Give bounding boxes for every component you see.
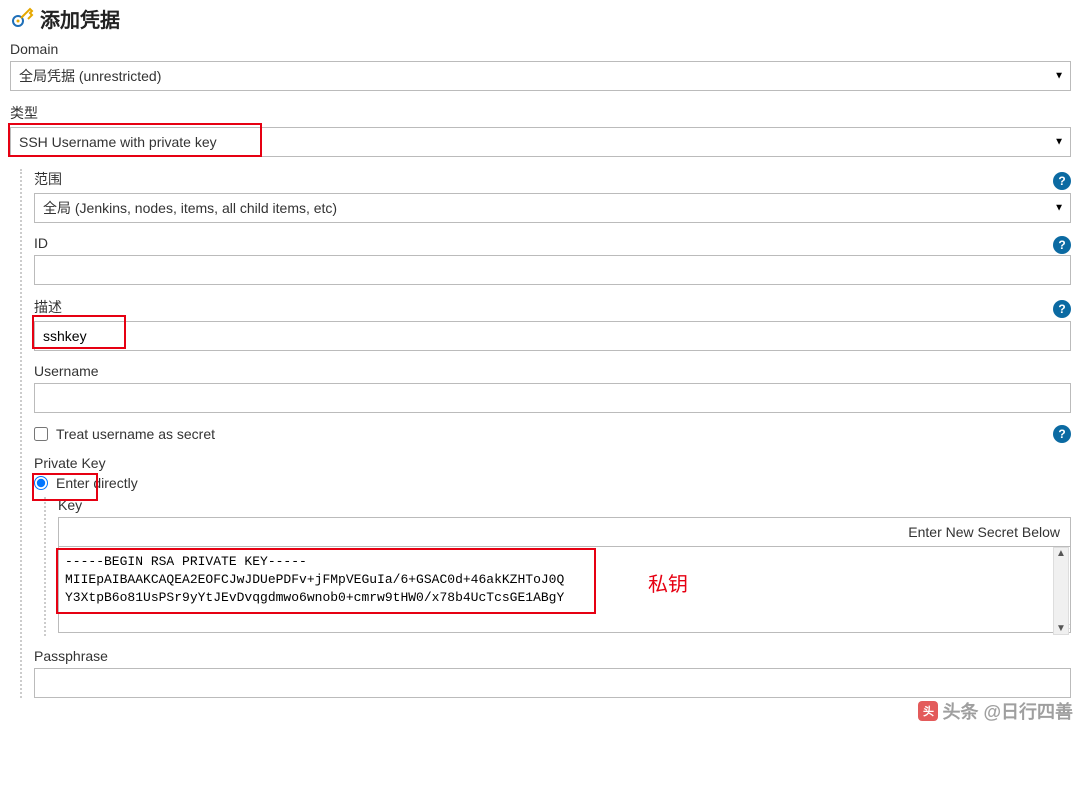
scrollbar[interactable]: ▲▼ bbox=[1053, 547, 1069, 635]
id-field: ID ? bbox=[34, 235, 1071, 285]
enter-directly-row: Enter directly bbox=[34, 475, 1071, 491]
private-key-textarea[interactable] bbox=[58, 546, 1071, 633]
private-key-field: Private Key Enter directly Key Enter New… bbox=[34, 455, 1071, 636]
scope-select[interactable]: 全局 (Jenkins, nodes, items, all child ite… bbox=[34, 193, 1071, 223]
credential-details-block: 范围 ? 全局 (Jenkins, nodes, items, all chil… bbox=[20, 169, 1071, 698]
treat-secret-checkbox[interactable] bbox=[34, 427, 48, 441]
private-key-label: Private Key bbox=[34, 455, 1071, 471]
enter-directly-label: Enter directly bbox=[56, 475, 138, 491]
scope-selected-value: 全局 (Jenkins, nodes, items, all child ite… bbox=[43, 198, 337, 218]
treat-secret-field: Treat username as secret ? bbox=[34, 425, 1071, 443]
username-input[interactable] bbox=[34, 383, 1071, 413]
type-label: 类型 bbox=[10, 103, 1071, 123]
watermark-text: 头条 @日行四善 bbox=[942, 698, 1073, 724]
description-label: 描述 bbox=[34, 297, 1053, 317]
domain-selected-value: 全局凭据 (unrestricted) bbox=[19, 66, 161, 86]
page-header: 添加凭据 bbox=[10, 0, 1071, 41]
key-label: Key bbox=[58, 497, 1071, 513]
description-input[interactable] bbox=[34, 321, 1071, 351]
type-select[interactable]: SSH Username with private key ▼ bbox=[10, 127, 1071, 157]
id-label: ID bbox=[34, 235, 1053, 251]
key-textarea-wrap: ▲▼ 私钥 bbox=[58, 546, 1071, 636]
add-credentials-page: 添加凭据 Domain 全局凭据 (unrestricted) ▼ 类型 SSH… bbox=[0, 0, 1081, 730]
watermark-logo-icon: 头 bbox=[918, 701, 938, 721]
chevron-down-icon: ▼ bbox=[1054, 71, 1064, 82]
treat-secret-label: Treat username as secret bbox=[56, 426, 215, 442]
annotation-label-private-key: 私钥 bbox=[648, 568, 688, 597]
id-input[interactable] bbox=[34, 255, 1071, 285]
description-field: 描述 ? bbox=[34, 297, 1071, 351]
passphrase-input[interactable] bbox=[34, 668, 1071, 698]
scope-label: 范围 bbox=[34, 169, 1053, 189]
help-icon[interactable]: ? bbox=[1053, 425, 1071, 443]
enter-directly-radio[interactable] bbox=[34, 476, 48, 490]
treat-secret-row: Treat username as secret bbox=[34, 426, 1053, 442]
type-field: 类型 SSH Username with private key ▼ bbox=[10, 103, 1071, 157]
domain-select[interactable]: 全局凭据 (unrestricted) ▼ bbox=[10, 61, 1071, 91]
key-icon bbox=[10, 7, 34, 31]
scope-field: 范围 ? 全局 (Jenkins, nodes, items, all chil… bbox=[34, 169, 1071, 223]
help-icon[interactable]: ? bbox=[1053, 236, 1071, 254]
chevron-down-icon: ▼ bbox=[1054, 203, 1064, 214]
username-label: Username bbox=[34, 363, 1071, 379]
passphrase-field: Passphrase bbox=[34, 648, 1071, 698]
domain-label: Domain bbox=[10, 41, 1071, 57]
help-icon[interactable]: ? bbox=[1053, 172, 1071, 190]
help-icon[interactable]: ? bbox=[1053, 300, 1071, 318]
username-field: Username bbox=[34, 363, 1071, 413]
page-title: 添加凭据 bbox=[40, 4, 120, 33]
type-selected-value: SSH Username with private key bbox=[19, 134, 217, 150]
key-entry-block: Key Enter New Secret Below ▲▼ 私钥 bbox=[44, 497, 1071, 636]
watermark: 头 头条 @日行四善 bbox=[918, 698, 1073, 724]
domain-field: Domain 全局凭据 (unrestricted) ▼ bbox=[10, 41, 1071, 91]
chevron-down-icon: ▼ bbox=[1054, 137, 1064, 148]
new-secret-hint: Enter New Secret Below bbox=[58, 517, 1071, 546]
passphrase-label: Passphrase bbox=[34, 648, 1071, 664]
